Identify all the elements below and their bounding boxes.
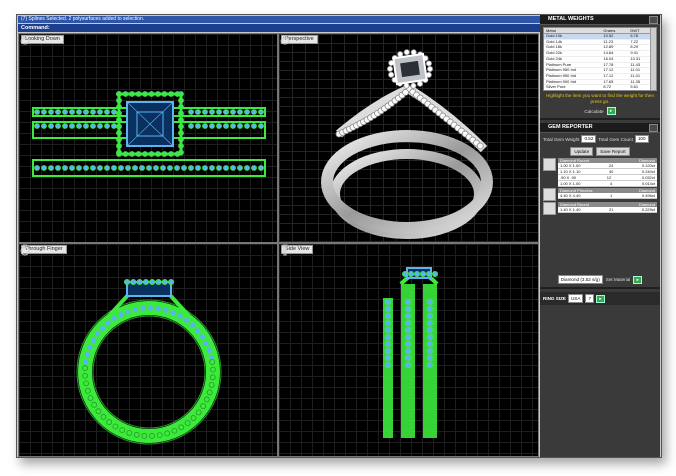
- gem-cell: 12: [606, 175, 612, 180]
- front-ring-wireframe: [76, 279, 222, 445]
- gem-cell: 24: [608, 163, 614, 168]
- weight-hint: Highlight the item you want to find the …: [545, 93, 655, 104]
- total-gem-count-value: 100: [634, 135, 649, 143]
- total-gem-weight-label: Total Gem Weight: [543, 136, 580, 142]
- save-report-button[interactable]: Save Report: [596, 147, 630, 156]
- gem-reporter-title: GEM REPORTER: [548, 124, 593, 130]
- minimize-icon[interactable]: [649, 124, 658, 132]
- gem-cell: .90 X .90: [560, 175, 577, 180]
- viewport-side[interactable]: Side View: [278, 243, 539, 457]
- gem-cell: 0.120ct: [641, 163, 655, 168]
- gem-cell: 0.240ct: [641, 169, 655, 174]
- gem-cell: 0.229ct: [641, 207, 655, 212]
- ring-size-section: RING SIZE USA 7 ►: [540, 292, 660, 305]
- side-ring-wireframe: [383, 267, 439, 438]
- gem-size-row[interactable]: 1.00 X 1.00 4 0.014ct: [558, 181, 657, 187]
- gem-cell: 1.40 X 1.40: [560, 207, 581, 212]
- gem-cell: 1.00 X 1.00: [560, 181, 581, 186]
- viewport-front[interactable]: Through Finger: [18, 243, 278, 457]
- side-panel: METAL WEIGHTS Metal Grams DWT Gold 10k 10.5…: [540, 15, 660, 457]
- gem-cell: 1.00 X 1.00: [560, 163, 581, 168]
- gem-cell: 0.014ct: [641, 181, 655, 186]
- minimize-icon[interactable]: [649, 16, 658, 24]
- calculate-label: Calculate: [584, 108, 604, 114]
- gem-size-row[interactable]: 4.40 X 4.40 1 0.496ct: [558, 193, 657, 199]
- metal-weights-title: METAL WEIGHTS: [548, 16, 594, 22]
- gem-size-row[interactable]: 1.40 X 1.40 21 0.229ct: [558, 207, 657, 213]
- total-gem-count-label: Total Gem Count: [598, 136, 633, 142]
- metal-weights-table[interactable]: Metal Grams DWT Gold 10k 10.52 6.76 Gold 14k 1…: [543, 27, 657, 91]
- gem-thumbnail-icon: [543, 188, 556, 201]
- top-ring-wireframe: [32, 91, 266, 177]
- gem-cell: 0.496ct: [641, 193, 655, 198]
- gem-reporter-header: GEM REPORTER: [540, 123, 660, 133]
- set-material-label: Set Material: [605, 277, 631, 282]
- update-button[interactable]: Update: [570, 147, 594, 156]
- command-prompt[interactable]: Command:: [18, 24, 542, 32]
- calculate-go-button[interactable]: ►: [606, 107, 616, 115]
- command-history: (7) Splines Selected. 2 polysurfaces add…: [18, 16, 542, 23]
- gem-cell: 4.40 X 4.40: [560, 193, 581, 198]
- set-material-go-button[interactable]: ►: [633, 275, 643, 284]
- ring-size-go-button[interactable]: ►: [596, 294, 605, 303]
- material-dropdown[interactable]: Diamond (3.52 s/g): [557, 275, 603, 284]
- ring-size-value-select[interactable]: 7: [585, 294, 594, 303]
- gem-cell: 1: [610, 193, 613, 198]
- viewport-top[interactable]: Looking Down: [18, 33, 278, 243]
- ring-size-system-select[interactable]: USA: [567, 294, 584, 303]
- gem-thumbnail-icon: [543, 158, 556, 171]
- gem-cell: 21: [608, 207, 614, 212]
- app-window: (7) Splines Selected. 2 polysurfaces add…: [16, 14, 662, 458]
- gem-group[interactable]: Diamond Round Diamond 1.40 X 1.40 21 0.229ct: [543, 202, 657, 215]
- gem-group[interactable]: Diamond Round Diamond 1.00 X 1.00 24 0.120ct…: [543, 158, 657, 187]
- gem-cell: 0.032ct: [641, 175, 655, 180]
- gem-group[interactable]: Diamond Princess Diamond 4.40 X 4.40 1 0.496…: [543, 188, 657, 201]
- metal-weights-header: METAL WEIGHTS: [540, 15, 660, 25]
- gem-list: Diamond Round Diamond 1.00 X 1.00 24 0.120ct…: [540, 158, 660, 215]
- viewport-perspective[interactable]: Perspective: [278, 33, 539, 243]
- total-gem-weight-value: 0.52: [581, 135, 597, 143]
- ring-size-title: RING SIZE: [543, 296, 566, 301]
- gem-cell: 40: [608, 169, 614, 174]
- table-scrollbar[interactable]: [650, 28, 656, 90]
- gem-thumbnail-icon: [543, 202, 556, 215]
- rendered-ring: [321, 49, 493, 239]
- gem-cell: 1.10 X 1.10: [560, 169, 581, 174]
- gem-cell: 4: [610, 181, 613, 186]
